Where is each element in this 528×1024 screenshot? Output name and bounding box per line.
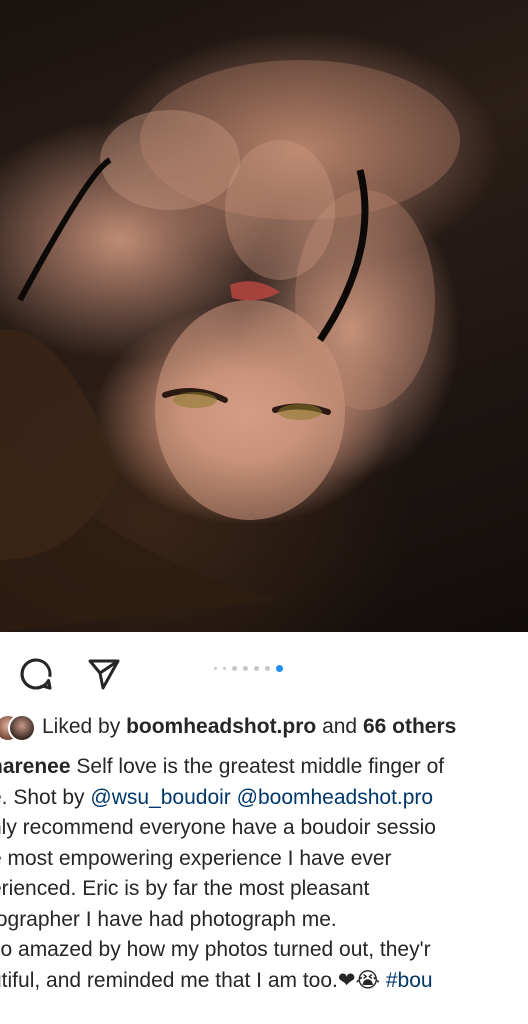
caption-text: so amazed by how my photos turned out, t… (0, 938, 431, 961)
carousel-dot (254, 666, 259, 671)
comment-icon[interactable] (16, 654, 56, 694)
likes-prefix: Liked by (42, 715, 121, 738)
caption-text: hly recommend everyone have a boudoir se… (0, 816, 436, 839)
carousel-indicator (214, 665, 283, 672)
caption-line: so amazed by how my photos turned out, t… (0, 935, 528, 966)
caption-text: erienced. Eric is by far the most pleasa… (0, 877, 370, 900)
carousel-dot (243, 666, 248, 671)
carousel-dot (232, 666, 237, 671)
caption-text: tographer I have had photograph me. (0, 907, 337, 931)
carousel-dot (214, 667, 217, 670)
photo-artwork (0, 60, 460, 632)
caption-mention-link[interactable]: @wsu_boudoir (90, 786, 230, 809)
caption-hashtag-link[interactable]: #bou (386, 969, 433, 992)
caption-text: e most empowering experience I have ever (0, 846, 392, 870)
caption-username[interactable]: harenee (0, 755, 71, 778)
caption-line: utiful, and reminded me that I am too.❤😭… (0, 966, 528, 997)
likes-summary[interactable]: Liked by boomheadshot.pro and 66 others (0, 712, 528, 742)
caption-line: e. Shot by @wsu_boudoir @boomheadshot.pr… (0, 783, 528, 814)
caption-text: Self love is the greatest middle finger … (70, 755, 445, 778)
caption-emoji: ❤😭 (337, 968, 380, 992)
instagram-post: Liked by boomheadshot.pro and 66 others … (0, 0, 528, 1024)
liked-by-username[interactable]: boomheadshot.pro (126, 715, 316, 739)
post-caption: harenee Self love is the greatest middle… (0, 752, 528, 996)
caption-text: e. Shot by (0, 785, 91, 809)
share-icon[interactable] (84, 654, 124, 694)
caption-text: utiful, and reminded me that I am too. (0, 968, 338, 992)
carousel-dot (265, 666, 270, 671)
post-photo[interactable] (0, 0, 528, 632)
carousel-dot (223, 667, 226, 670)
avatar (8, 714, 36, 742)
likes-others-count[interactable]: 66 others (363, 715, 456, 739)
caption-line: tographer I have had photograph me. (0, 905, 528, 936)
caption-line: e most empowering experience I have ever (0, 844, 528, 875)
carousel-dot-active (276, 665, 283, 672)
likes-joiner: and (322, 715, 358, 738)
caption-line: erienced. Eric is by far the most pleasa… (0, 874, 528, 905)
caption-mention-link[interactable]: @boomheadshot.pro (237, 786, 433, 809)
caption-line: harenee Self love is the greatest middle… (0, 752, 528, 783)
liker-avatars (0, 714, 36, 742)
caption-line: hly recommend everyone have a boudoir se… (0, 813, 528, 844)
